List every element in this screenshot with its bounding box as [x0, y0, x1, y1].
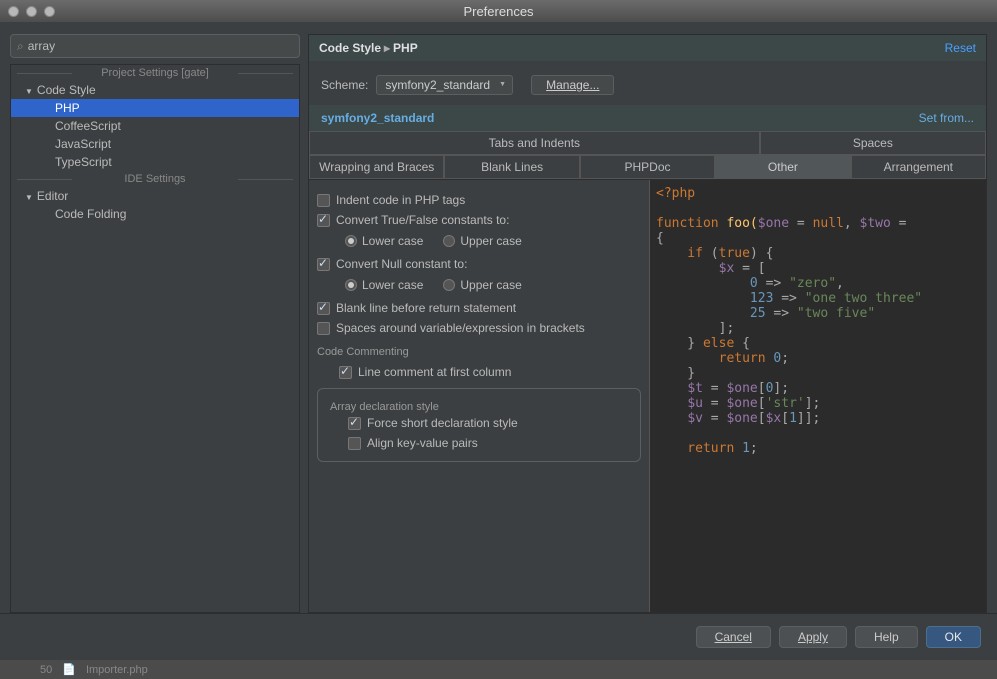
- reset-link[interactable]: Reset: [945, 41, 976, 55]
- scheme-name: symfony2_standard: [321, 111, 919, 125]
- manage-button[interactable]: Manage...: [531, 75, 614, 95]
- settings-tree[interactable]: Project Settings [gate] Code Style PHP C…: [10, 64, 300, 613]
- chk-convert-null[interactable]: [317, 258, 330, 271]
- radio-null-upper[interactable]: [443, 279, 455, 291]
- breadcrumb: Code Style▸PHP: [319, 41, 945, 55]
- chk-line-comment-first[interactable]: [339, 366, 352, 379]
- tree-item-typescript[interactable]: TypeScript: [11, 153, 299, 171]
- tree-item-editor[interactable]: Editor: [11, 187, 299, 205]
- scheme-label: Scheme:: [321, 78, 368, 92]
- zoom-window-button[interactable]: [44, 6, 55, 17]
- minimize-window-button[interactable]: [26, 6, 37, 17]
- tree-section-project: Project Settings [gate]: [11, 65, 299, 81]
- search-icon: ⌕: [17, 39, 24, 54]
- chk-spaces-brackets[interactable]: [317, 322, 330, 335]
- scheme-select[interactable]: symfony2_standard: [376, 75, 513, 95]
- tab-other[interactable]: Other: [715, 155, 850, 179]
- chk-indent-php[interactable]: [317, 194, 330, 207]
- tab-phpdoc[interactable]: PHPDoc: [580, 155, 715, 179]
- title-bar: Preferences: [0, 0, 997, 22]
- tree-item-coffeescript[interactable]: CoffeeScript: [11, 117, 299, 135]
- radio-tf-lower[interactable]: [345, 235, 357, 247]
- tree-item-code-folding[interactable]: Code Folding: [11, 205, 299, 223]
- search-input[interactable]: [28, 39, 293, 53]
- tab-blank-lines[interactable]: Blank Lines: [444, 155, 579, 179]
- tree-item-code-style[interactable]: Code Style: [11, 81, 299, 99]
- editor-behind-strip: 50 📄 Importer.php: [0, 660, 997, 679]
- tab-tabs-indents[interactable]: Tabs and Indents: [309, 131, 760, 155]
- chk-convert-true-false[interactable]: [317, 214, 330, 227]
- tab-spaces[interactable]: Spaces: [760, 131, 986, 155]
- chk-align-kv[interactable]: [348, 437, 361, 450]
- close-window-button[interactable]: [8, 6, 19, 17]
- tab-wrapping-braces[interactable]: Wrapping and Braces: [309, 155, 444, 179]
- section-code-commenting: Code Commenting: [317, 338, 641, 362]
- radio-tf-upper[interactable]: [443, 235, 455, 247]
- file-icon: 📄: [62, 663, 76, 676]
- options-pane: Indent code in PHP tags Convert True/Fal…: [309, 180, 649, 612]
- radio-null-lower[interactable]: [345, 279, 357, 291]
- tree-item-php[interactable]: PHP: [11, 99, 299, 117]
- code-preview: <?php function foo($one = null, $two = {…: [649, 180, 986, 612]
- window-title: Preferences: [8, 4, 989, 19]
- tree-item-javascript[interactable]: JavaScript: [11, 135, 299, 153]
- ok-button[interactable]: OK: [926, 626, 981, 648]
- help-button[interactable]: Help: [855, 626, 918, 648]
- apply-button[interactable]: Apply: [779, 626, 847, 648]
- tab-arrangement[interactable]: Arrangement: [851, 155, 986, 179]
- chk-blank-before-return[interactable]: [317, 302, 330, 315]
- search-field[interactable]: ⌕: [10, 34, 300, 58]
- tree-section-ide: IDE Settings: [11, 171, 299, 187]
- cancel-button[interactable]: Cancel: [696, 626, 771, 648]
- fieldset-array-decl: Array declaration style Force short decl…: [317, 388, 641, 462]
- chk-force-short[interactable]: [348, 417, 361, 430]
- set-from-link[interactable]: Set from...: [919, 111, 974, 125]
